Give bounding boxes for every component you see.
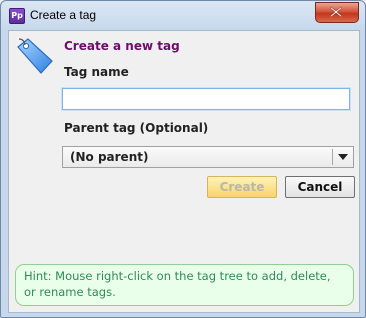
cancel-button[interactable]: Cancel xyxy=(285,176,355,198)
parent-tag-value: (No parent) xyxy=(70,150,149,164)
hint-box: Hint: Mouse right-click on the tag tree … xyxy=(15,264,354,306)
dialog-window: Pp Create a tag Create a new tag Tag nam… xyxy=(0,0,366,318)
close-icon xyxy=(330,7,342,17)
tag-name-input[interactable] xyxy=(62,88,350,110)
hint-text: Hint: Mouse right-click on the tag tree … xyxy=(24,269,331,299)
window-title: Create a tag xyxy=(30,8,97,22)
parent-tag-label: Parent tag (Optional) xyxy=(64,121,209,135)
close-button[interactable] xyxy=(315,2,359,23)
tag-icon xyxy=(17,38,53,74)
dialog-heading: Create a new tag xyxy=(64,39,180,53)
create-button[interactable]: Create xyxy=(207,176,277,198)
parent-tag-select[interactable]: (No parent) xyxy=(62,146,354,168)
dialog-content: Create a new tag Tag name Parent tag (Op… xyxy=(8,30,360,313)
title-bar[interactable]: Pp Create a tag xyxy=(1,1,365,29)
chevron-down-icon[interactable] xyxy=(338,154,348,160)
app-icon: Pp xyxy=(9,8,25,24)
tag-name-label: Tag name xyxy=(64,65,129,79)
select-divider xyxy=(332,149,333,165)
